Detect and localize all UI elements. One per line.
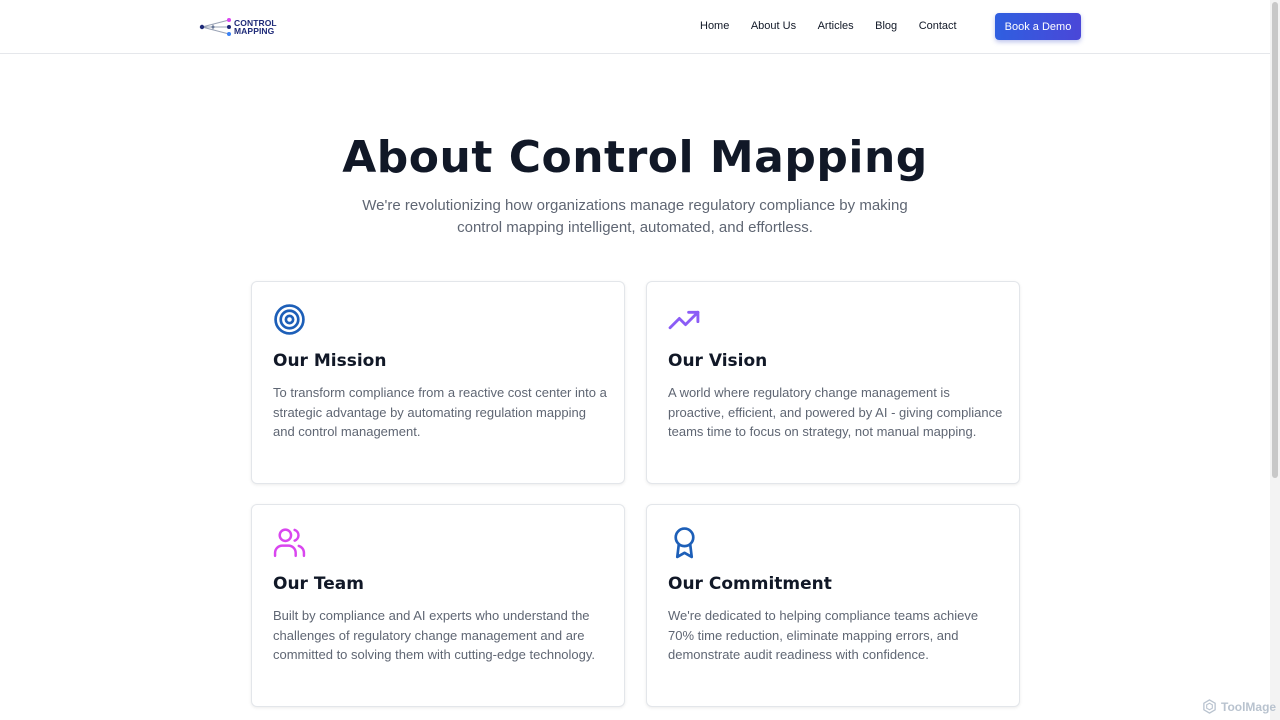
card-title: Our Vision bbox=[668, 351, 768, 371]
card-title: Our Commitment bbox=[668, 574, 832, 594]
book-demo-button[interactable]: Book a Demo bbox=[995, 13, 1081, 40]
hexagon-logo-icon bbox=[1203, 699, 1216, 714]
watermark: ToolMage bbox=[1202, 699, 1276, 714]
main-nav: Home About Us Articles Blog Contact bbox=[700, 13, 978, 40]
nav-articles[interactable]: Articles bbox=[818, 13, 854, 40]
page-title: About Control Mapping bbox=[342, 132, 928, 183]
brand-wordmark: CONTROL MAPPING bbox=[234, 18, 277, 36]
card-text: A world where regulatory change manageme… bbox=[668, 385, 1003, 439]
page-subtitle: We're revolutionizing how organizations … bbox=[362, 197, 908, 236]
card-text: We're dedicated to helping compliance te… bbox=[668, 608, 979, 662]
team-card: Our Team Built by compliance and AI expe… bbox=[251, 504, 625, 707]
card-text: To transform compliance from a reactive … bbox=[273, 385, 607, 439]
target-icon bbox=[274, 304, 305, 335]
trending-up-icon bbox=[668, 310, 700, 330]
mission-card: Our Mission To transform compliance from… bbox=[251, 281, 625, 484]
award-icon bbox=[674, 527, 695, 559]
commitment-card: Our Commitment We're dedicated to helpin… bbox=[646, 504, 1020, 707]
site-header: CONTROL MAPPING Home About Us Articles B… bbox=[0, 0, 1270, 54]
card-title: Our Mission bbox=[273, 351, 387, 371]
brand-line-2: MAPPING bbox=[234, 26, 275, 36]
scrollbar-thumb[interactable] bbox=[1272, 2, 1278, 478]
nav-about-us[interactable]: About Us bbox=[751, 13, 796, 40]
watermark-text: ToolMage bbox=[1221, 699, 1277, 714]
vertical-scrollbar[interactable] bbox=[1270, 0, 1280, 720]
users-icon bbox=[273, 528, 306, 558]
vision-card: Our Vision A world where regulatory chan… bbox=[646, 281, 1020, 484]
nav-home[interactable]: Home bbox=[700, 13, 729, 40]
brand-logo[interactable]: CONTROL MAPPING bbox=[199, 16, 277, 38]
nav-blog[interactable]: Blog bbox=[875, 13, 897, 40]
card-text: Built by compliance and AI experts who u… bbox=[273, 608, 596, 662]
card-title: Our Team bbox=[273, 574, 364, 594]
nav-contact[interactable]: Contact bbox=[919, 13, 957, 40]
network-logo-icon bbox=[199, 18, 231, 36]
